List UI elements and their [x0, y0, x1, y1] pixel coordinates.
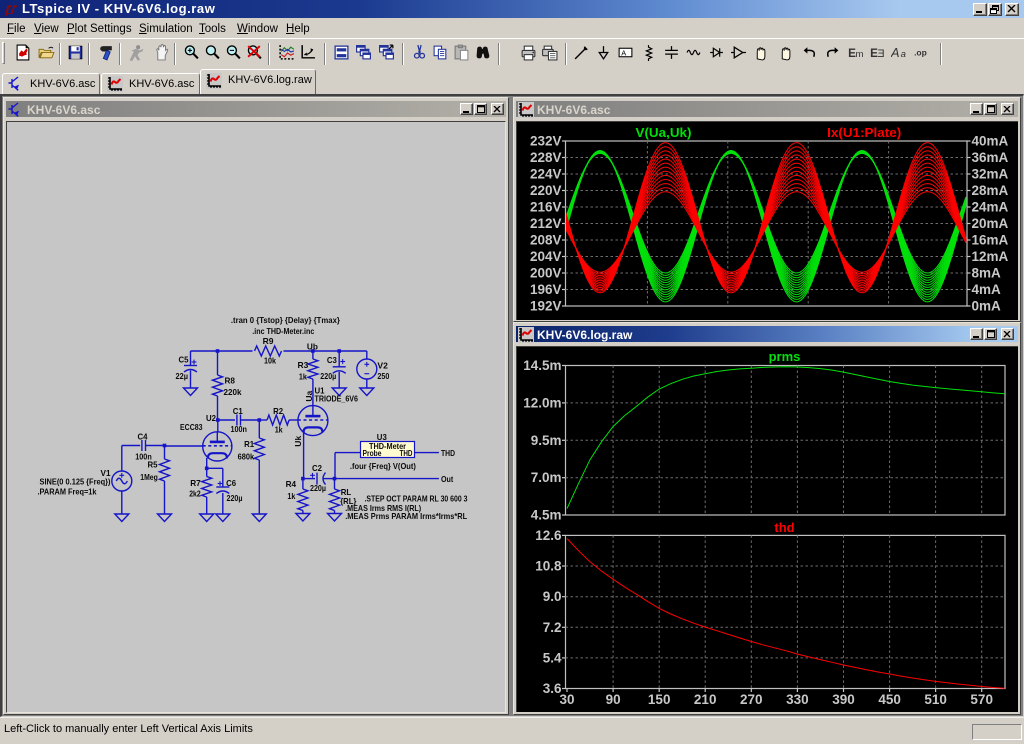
svg-text:204V: 204V — [529, 249, 561, 264]
svg-text:228V: 228V — [529, 150, 561, 165]
svg-text:570: 570 — [970, 692, 993, 707]
svg-text:.four {Freq} V(Out): .four {Freq} V(Out) — [349, 461, 415, 471]
svg-text:0mA: 0mA — [971, 299, 1001, 314]
svg-text:90: 90 — [605, 692, 620, 707]
svg-text:Ix(U1:Plate): Ix(U1:Plate) — [827, 126, 901, 140]
svg-text:450: 450 — [878, 692, 901, 707]
svg-text:C3: C3 — [326, 355, 336, 365]
svg-text:7.2: 7.2 — [542, 620, 561, 635]
svg-text:216V: 216V — [529, 200, 561, 215]
svg-text:R5: R5 — [147, 460, 157, 470]
svg-text:510: 510 — [924, 692, 947, 707]
svg-text:Probe: Probe — [362, 449, 382, 458]
svg-text:220µ: 220µ — [310, 483, 326, 493]
svg-text:100n: 100n — [230, 424, 247, 434]
svg-text:208V: 208V — [529, 233, 561, 248]
svg-text:220µ: 220µ — [320, 371, 336, 381]
svg-text:12.0m: 12.0m — [523, 395, 561, 410]
svg-text:150: 150 — [647, 692, 670, 707]
svg-text:Ǝ: Ǝ — [877, 48, 884, 60]
svg-text:R9: R9 — [262, 336, 273, 346]
svg-text:C1: C1 — [232, 406, 242, 416]
svg-text:4.5m: 4.5m — [530, 508, 561, 523]
svg-text:Out: Out — [441, 474, 453, 484]
svg-text:212V: 212V — [529, 216, 561, 231]
svg-text:Ub: Ub — [306, 342, 317, 352]
svg-text:330: 330 — [786, 692, 809, 707]
svg-text:TRIODE_6V6: TRIODE_6V6 — [314, 394, 358, 404]
svg-text:.PARAM Freq=1k: .PARAM Freq=1k — [37, 487, 96, 497]
svg-text:R1: R1 — [244, 439, 254, 449]
svg-text:36mA: 36mA — [971, 150, 1008, 165]
svg-text:200V: 200V — [529, 266, 561, 281]
svg-text:24mA: 24mA — [971, 200, 1008, 215]
svg-text:1k: 1k — [287, 491, 295, 501]
svg-text:4mA: 4mA — [971, 282, 1001, 297]
svg-text:C4: C4 — [137, 431, 147, 441]
svg-text:250: 250 — [377, 371, 389, 381]
svg-text:270: 270 — [740, 692, 763, 707]
svg-text:220µ: 220µ — [226, 493, 242, 503]
svg-text:R3: R3 — [297, 360, 308, 370]
svg-text:12.6: 12.6 — [535, 528, 562, 543]
svg-text:196V: 196V — [529, 282, 561, 297]
svg-text:R4: R4 — [285, 479, 296, 489]
svg-text:R7: R7 — [190, 478, 201, 488]
svg-text:192V: 192V — [529, 299, 561, 314]
svg-text:U3: U3 — [376, 432, 386, 442]
svg-text:THD: THD — [441, 448, 455, 458]
svg-text:16mA: 16mA — [971, 233, 1008, 248]
svg-text:.inc THD-Meter.inc: .inc THD-Meter.inc — [252, 326, 314, 336]
svg-text:9.5m: 9.5m — [530, 433, 561, 448]
svg-text:THD: THD — [399, 449, 412, 458]
svg-text:1k: 1k — [274, 425, 282, 435]
svg-text:14.5m: 14.5m — [523, 358, 561, 373]
svg-text:R2: R2 — [273, 406, 283, 416]
svg-text:9.0: 9.0 — [542, 589, 561, 604]
svg-text:V(Ua,Uk): V(Ua,Uk) — [635, 126, 691, 140]
svg-text:C6: C6 — [226, 478, 236, 488]
svg-text:.MEAS Prms PARAM Irms*Irms*RL: .MEAS Prms PARAM Irms*Irms*RL — [345, 511, 467, 521]
svg-text:1k: 1k — [298, 371, 306, 381]
svg-text:220V: 220V — [529, 183, 561, 198]
svg-text:1Meg: 1Meg — [140, 472, 158, 482]
svg-text:.tran 0 {Tstop} {Delay} {Tmax}: .tran 0 {Tstop} {Delay} {Tmax} — [230, 315, 340, 325]
svg-text:10.8: 10.8 — [535, 559, 562, 574]
svg-text:U2: U2 — [206, 413, 216, 423]
svg-text:V2: V2 — [377, 361, 388, 371]
svg-text:22µ: 22µ — [175, 371, 188, 381]
svg-text:28mA: 28mA — [971, 183, 1008, 198]
svg-text:390: 390 — [832, 692, 855, 707]
svg-text:SINE(0 0.125 {Freq}): SINE(0 0.125 {Freq}) — [39, 476, 110, 486]
svg-text:.STEP OCT PARAM RL 30 600 3: .STEP OCT PARAM RL 30 600 3 — [364, 493, 467, 503]
svg-text:7.0m: 7.0m — [530, 470, 561, 485]
svg-text:thd: thd — [774, 520, 794, 535]
svg-text:prms: prms — [768, 349, 800, 364]
svg-text:20mA: 20mA — [971, 216, 1008, 231]
svg-text:m: m — [855, 49, 863, 60]
svg-text:R8: R8 — [224, 376, 235, 386]
svg-text:10k: 10k — [264, 356, 276, 366]
svg-text:Uk: Uk — [293, 436, 303, 447]
svg-text:ECC83: ECC83 — [180, 422, 203, 432]
svg-text:30: 30 — [559, 692, 574, 707]
svg-text:Ua: Ua — [304, 390, 314, 401]
svg-text:.op: .op — [914, 48, 927, 58]
svg-text:210: 210 — [693, 692, 716, 707]
svg-text:40mA: 40mA — [971, 134, 1008, 149]
svg-text:2k2: 2k2 — [189, 489, 201, 499]
svg-text:232V: 232V — [529, 134, 561, 149]
svg-text:680k: 680k — [237, 452, 254, 462]
svg-text:8mA: 8mA — [971, 266, 1001, 281]
svg-text:12mA: 12mA — [971, 249, 1008, 264]
svg-text:A: A — [891, 45, 900, 60]
svg-text:A: A — [621, 49, 626, 58]
svg-text:224V: 224V — [529, 167, 561, 182]
svg-text:a: a — [900, 49, 905, 60]
svg-text:220k: 220k — [223, 387, 241, 397]
svg-text:C2: C2 — [312, 463, 322, 473]
svg-text:5.4: 5.4 — [542, 650, 561, 665]
svg-text:32mA: 32mA — [971, 167, 1008, 182]
svg-text:C5: C5 — [178, 355, 188, 365]
